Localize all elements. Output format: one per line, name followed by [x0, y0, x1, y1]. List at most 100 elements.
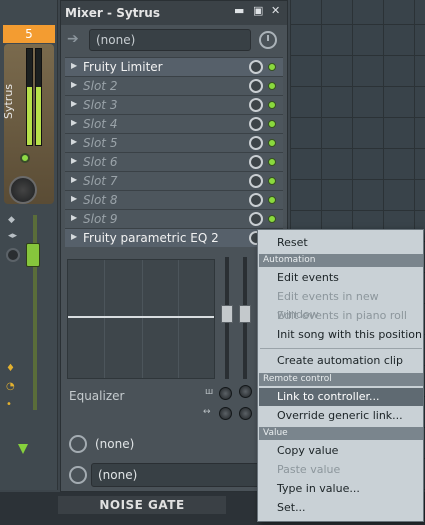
- slot-enable-led[interactable]: [268, 139, 276, 147]
- slot-label: Slot 3: [83, 98, 118, 112]
- effect-slot[interactable]: ▶ Fruity Limiter: [65, 57, 283, 76]
- clock-icon[interactable]: [259, 31, 277, 49]
- menu-separator: [260, 348, 422, 349]
- noise-gate-label: NOISE GATE: [58, 496, 226, 514]
- expand-arrow-icon[interactable]: ▶: [71, 175, 77, 184]
- mix-knob[interactable]: [249, 193, 263, 207]
- effect-slot[interactable]: ▶ Fruity parametric EQ 2: [65, 228, 283, 247]
- slot-enable-led[interactable]: [268, 101, 276, 109]
- eq-knob[interactable]: [239, 385, 252, 398]
- mixer-track-strip[interactable]: 5 Sytrus ◆ ◂▸ ♦ ◔ •: [0, 0, 58, 490]
- menu-item-type-in-value[interactable]: Type in value...: [259, 480, 423, 498]
- expand-arrow-icon[interactable]: ▶: [71, 99, 77, 108]
- mix-knob[interactable]: [249, 60, 263, 74]
- band-icon: ш: [205, 387, 214, 397]
- eq-fader[interactable]: [221, 305, 233, 323]
- expand-arrow-icon[interactable]: ▶: [71, 194, 77, 203]
- vu-meter-right: [35, 48, 42, 146]
- vu-meter-left: [26, 48, 33, 146]
- effect-slots: ▶ Fruity Limiter ▶ Slot 2 ▶ Slot 3 ▶ Slot 4 …: [65, 57, 283, 247]
- swap-icon: ↔: [203, 407, 211, 417]
- slot-enable-led[interactable]: [268, 82, 276, 90]
- expand-arrow-icon[interactable]: ▶: [71, 137, 77, 146]
- context-menu: Reset Automation Edit events Edit events…: [257, 229, 424, 522]
- eq-knob[interactable]: [219, 387, 232, 400]
- volume-fader[interactable]: [26, 243, 40, 267]
- slot-label: Slot 5: [83, 136, 118, 150]
- mix-knob[interactable]: [249, 136, 263, 150]
- track-enable-led[interactable]: [20, 153, 30, 163]
- slot-enable-led[interactable]: [268, 215, 276, 223]
- equalizer-panel: Equalizer ш ↔: [65, 253, 283, 428]
- effect-slot[interactable]: ▶ Slot 2: [65, 76, 283, 95]
- maximize-icon[interactable]: ▣: [253, 4, 263, 17]
- preset-row: ➔ (none): [65, 28, 285, 54]
- preset-select[interactable]: (none): [89, 29, 251, 51]
- effect-slot[interactable]: ▶ Slot 8: [65, 190, 283, 209]
- expand-arrow-icon[interactable]: ▶: [71, 156, 77, 165]
- mix-knob[interactable]: [249, 212, 263, 226]
- record-arm-icon[interactable]: ♦ ◔ •: [6, 360, 15, 414]
- effect-slot[interactable]: ▶ Slot 9: [65, 209, 283, 228]
- mix-knob[interactable]: [249, 174, 263, 188]
- swap-icons[interactable]: ◆ ◂▸: [8, 212, 17, 244]
- minimize-icon[interactable]: ▬: [234, 4, 244, 17]
- menu-item-copy-value[interactable]: Copy value: [259, 442, 423, 460]
- stereo-separation-knob[interactable]: [6, 248, 20, 262]
- expand-arrow-icon[interactable]: ▶: [71, 61, 77, 70]
- slot-enable-led[interactable]: [268, 120, 276, 128]
- window-titlebar[interactable]: Mixer - Sytrus ▬ ▣ ✕: [61, 1, 287, 25]
- eq-knob[interactable]: [219, 407, 232, 420]
- slot-enable-led[interactable]: [268, 63, 276, 71]
- effect-slot[interactable]: ▶ Slot 7: [65, 171, 283, 190]
- slot-label: Slot 7: [83, 174, 118, 188]
- slot-label: Slot 6: [83, 155, 118, 169]
- fl-studio-screen: 5 Sytrus ◆ ◂▸ ♦ ◔ • Mixer - Sytrus ▬ ▣ ✕ ➔ …: [0, 0, 425, 525]
- expand-arrow-icon[interactable]: ▶: [71, 118, 77, 127]
- menu-item-reset[interactable]: Reset: [259, 234, 423, 252]
- route-arrow-icon[interactable]: [18, 444, 28, 454]
- eq-knob[interactable]: [239, 407, 252, 420]
- eq-label: Equalizer: [69, 389, 125, 403]
- window-title: Mixer - Sytrus: [65, 6, 160, 20]
- expand-arrow-icon[interactable]: ▶: [71, 80, 77, 89]
- slot-enable-led[interactable]: [268, 196, 276, 204]
- close-icon[interactable]: ✕: [271, 4, 280, 17]
- output-row[interactable]: (none): [65, 431, 283, 459]
- expand-arrow-icon[interactable]: ▶: [71, 232, 77, 241]
- clock-icon[interactable]: [69, 435, 87, 453]
- track-number: 5: [3, 25, 55, 43]
- menu-item-edit-events[interactable]: Edit events: [259, 269, 423, 287]
- menu-header-remote-control: Remote control: [259, 373, 423, 386]
- route-row[interactable]: (none): [65, 462, 283, 488]
- pan-knob[interactable]: [9, 176, 37, 204]
- menu-item-link-to-controller[interactable]: Link to controller...: [259, 388, 423, 406]
- effect-slot[interactable]: ▶ Slot 3: [65, 95, 283, 114]
- menu-item-init-song[interactable]: Init song with this position: [259, 326, 423, 344]
- slot-label: Slot 8: [83, 193, 118, 207]
- mix-knob[interactable]: [249, 117, 263, 131]
- slot-enable-led[interactable]: [268, 177, 276, 185]
- route-in-icon[interactable]: ➔: [67, 31, 87, 51]
- effect-slot[interactable]: ▶ Slot 4: [65, 114, 283, 133]
- mix-knob[interactable]: [249, 79, 263, 93]
- route-value: (none): [98, 468, 138, 482]
- menu-item-override-generic-link[interactable]: Override generic link...: [259, 407, 423, 425]
- effect-slot[interactable]: ▶ Slot 6: [65, 152, 283, 171]
- slot-enable-led[interactable]: [268, 158, 276, 166]
- expand-arrow-icon[interactable]: ▶: [71, 213, 77, 222]
- menu-header-value: Value: [259, 427, 423, 440]
- route-out-icon[interactable]: [69, 466, 87, 484]
- menu-item-edit-events-new-window: Edit events in new window: [277, 290, 379, 321]
- mix-knob[interactable]: [249, 98, 263, 112]
- mix-knob[interactable]: [249, 155, 263, 169]
- menu-item-create-automation-clip[interactable]: Create automation clip: [259, 352, 423, 370]
- track-name: Sytrus: [2, 83, 15, 119]
- eq-graph[interactable]: [67, 259, 215, 379]
- eq-fader[interactable]: [239, 305, 251, 323]
- menu-item-edit-events-piano-roll: Edit events in piano roll: [277, 309, 407, 322]
- effect-slot[interactable]: ▶ Slot 5: [65, 133, 283, 152]
- menu-header-automation: Automation: [259, 254, 423, 267]
- route-select[interactable]: (none): [91, 463, 261, 487]
- menu-item-set[interactable]: Set...: [259, 499, 423, 517]
